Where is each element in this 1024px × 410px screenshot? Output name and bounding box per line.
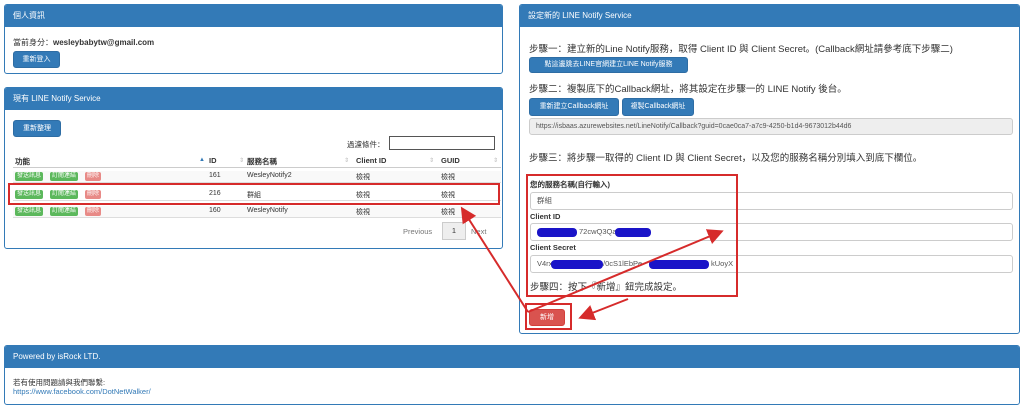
contact-link[interactable]: https://www.facebook.com/DotNetWalker/ <box>13 387 151 396</box>
column-header-guid[interactable]: GUID <box>441 156 460 165</box>
pagination-next[interactable]: Next <box>471 227 486 236</box>
services-panel-title: 現有 LINE Notify Service <box>5 88 502 110</box>
relogin-button[interactable]: 重新登入 <box>13 51 60 68</box>
pagination-previous[interactable]: Previous <box>403 227 432 236</box>
profile-panel-title: 個人資訊 <box>5 5 502 27</box>
send-message-button[interactable]: 發送訊息 <box>15 172 44 181</box>
rebuild-callback-button[interactable]: 重新建立Callback網址 <box>529 98 619 116</box>
row-guid-link[interactable]: 檢視 <box>441 207 455 217</box>
row-guid-link[interactable]: 檢視 <box>441 172 455 182</box>
column-header-name[interactable]: 服務名稱 <box>247 156 277 167</box>
highlight-box-fields <box>526 174 738 297</box>
row-id: 160 <box>209 207 221 214</box>
delete-button[interactable]: 刪除 <box>85 172 102 181</box>
column-header-client-id[interactable]: Client ID <box>356 156 386 165</box>
identity-row: 當前身分：wesleybabytw@gmail.com <box>13 37 154 48</box>
column-header-function[interactable]: 功能 <box>15 156 30 167</box>
callback-url-field[interactable]: https://isbaas.azurewebsites.net/LineNot… <box>529 118 1013 135</box>
sort-asc-icon[interactable]: ▲ <box>199 157 205 163</box>
send-message-button[interactable]: 發送訊息 <box>15 207 44 216</box>
filter-label: 過濾條件： <box>347 140 385 149</box>
subscribe-link-button[interactable]: 訂閱連結 <box>50 172 79 181</box>
delete-button[interactable]: 刪除 <box>85 207 102 216</box>
services-panel: 現有 LINE Notify Service 重新整理 過濾條件： 功能 ▲ I… <box>4 87 503 249</box>
highlight-box-add-button <box>525 303 572 330</box>
profile-panel: 個人資訊 當前身分：wesleybabytw@gmail.com 重新登入 <box>4 4 503 74</box>
subscribe-link-button[interactable]: 訂閱連結 <box>50 207 79 216</box>
table-row: 發送訊息 訂閱連結 刪除 161 WesleyNotify2 檢視 檢視 <box>13 171 501 183</box>
copy-callback-button[interactable]: 複製Callback網址 <box>622 98 694 116</box>
step3-text: 步驟三：將步驟一取得的 Client ID 與 Client Secret，以及… <box>529 153 923 164</box>
table-row: 發送訊息 訂閱連結 刪除 160 WesleyNotify 檢視 檢視 <box>13 206 501 218</box>
row-client-id-link[interactable]: 檢視 <box>356 172 370 182</box>
sort-icon[interactable]: ⇕ <box>239 157 244 164</box>
row-id: 161 <box>209 172 221 179</box>
row-client-id-link[interactable]: 檢視 <box>356 207 370 217</box>
sort-icon[interactable]: ⇕ <box>493 157 498 164</box>
filter-input[interactable] <box>389 136 495 150</box>
row-name: WesleyNotify <box>247 207 288 214</box>
reorganize-button[interactable]: 重新整理 <box>13 120 61 137</box>
footer-panel: Powered by isRock LTD. 若有使用問題請與我們聯繫: htt… <box>4 345 1020 405</box>
sort-icon[interactable]: ⇕ <box>429 157 434 164</box>
column-header-id[interactable]: ID <box>209 156 217 165</box>
pagination-current-page[interactable]: 1 <box>442 222 466 240</box>
setup-panel-title: 設定新的 LINE Notify Service <box>520 5 1019 27</box>
highlight-box-row <box>8 183 500 205</box>
table-header: 功能 ▲ ID ⇕ 服務名稱 ⇕ Client ID ⇕ GUID ⇕ <box>13 156 501 168</box>
step2-text: 步驟二：複製底下的Callback網址，將其設定在步驟一的 LINE Notif… <box>529 84 847 95</box>
step1-text: 步驟一：建立新的Line Notify服務，取得 Client ID 與 Cli… <box>529 44 953 55</box>
row-name: WesleyNotify2 <box>247 172 292 179</box>
create-line-notify-button[interactable]: 點這邊跳去LINE官網建立LINE Notify服務 <box>529 57 688 73</box>
identity-value: wesleybabytw@gmail.com <box>53 38 155 47</box>
identity-label: 當前身分： <box>13 38 53 47</box>
sort-icon[interactable]: ⇕ <box>344 157 349 164</box>
footer-title: Powered by isRock LTD. <box>5 346 1019 368</box>
